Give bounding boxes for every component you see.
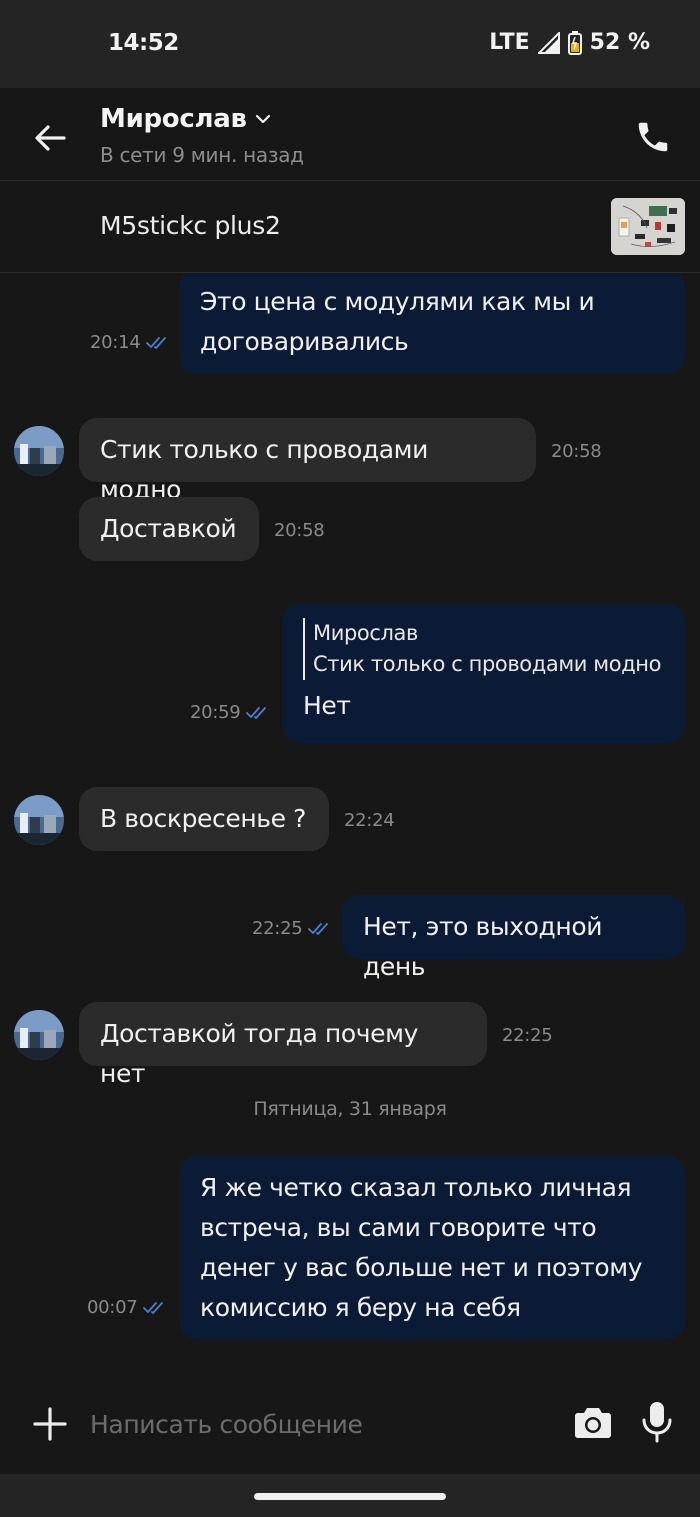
attach-button[interactable] — [28, 1402, 72, 1446]
status-bar: 14:52 LTE 52 % — [0, 0, 700, 88]
message-text-line: комиссию я беру на себя — [200, 1293, 521, 1322]
message-text-line: Доставкой — [100, 514, 237, 543]
date-separator: Пятница, 31 января — [253, 1098, 447, 1120]
message-timestamp: 20:58 — [274, 520, 325, 541]
timestamp-text: 20:58 — [551, 441, 602, 462]
battery-level: 52 % — [589, 30, 650, 55]
message-text-line: денег у вас больше нет и поэтому — [200, 1253, 643, 1282]
call-button[interactable] — [630, 114, 676, 160]
message-list[interactable]: Это цена с модулями как мы и договаривал… — [0, 274, 700, 1384]
outgoing-message[interactable]: Это цена с модулями как мы и договаривал… — [179, 274, 685, 374]
message-text-line: Доставкой тогда почему нет — [100, 1019, 418, 1088]
network-type: LTE — [489, 30, 530, 55]
incoming-message[interactable]: Стик только с проводами модно — [79, 418, 536, 504]
contact-avatar[interactable] — [14, 795, 64, 845]
outgoing-message[interactable]: Нет, это выходной день — [342, 895, 685, 981]
message-timestamp: 20:59 — [190, 702, 270, 723]
quoted-text: Стик только с проводами модно — [313, 652, 662, 676]
product-thumbnail[interactable] — [611, 198, 685, 255]
battery-icon — [567, 30, 582, 55]
status-indicators: LTE 52 % — [489, 30, 650, 55]
message-timestamp: 22:24 — [344, 810, 395, 831]
message-timestamp: 20:58 — [551, 441, 602, 462]
message-text-line: Это цена с модулями как мы и — [200, 287, 595, 316]
outgoing-reply-message[interactable]: Мирослав Стик только с проводами модно Н… — [282, 604, 685, 743]
signal-icon — [537, 31, 560, 54]
quoted-author: Мирослав — [313, 621, 418, 645]
quoted-message[interactable]: Мирослав Стик только с проводами модно — [303, 618, 664, 680]
message-text-line: договаривались — [200, 327, 409, 356]
incoming-message[interactable]: Доставкой — [79, 497, 259, 561]
home-indicator[interactable] — [254, 1493, 446, 1500]
message-text-line: Я же четко сказал только личная — [200, 1173, 632, 1202]
double-check-icon — [246, 706, 267, 719]
contact-avatar[interactable] — [14, 1010, 64, 1060]
incoming-message[interactable]: Доставкой тогда почему нет — [79, 1002, 487, 1088]
timestamp-text: 20:58 — [274, 520, 325, 541]
incoming-message[interactable]: В воскресенье ? — [79, 787, 329, 851]
message-timestamp: 20:14 — [90, 332, 170, 353]
double-check-icon — [308, 922, 329, 935]
system-nav-bar — [0, 1474, 700, 1517]
phone-icon — [638, 122, 668, 152]
message-text-line: встреча, вы сами говорите что — [200, 1213, 597, 1242]
timestamp-text: 20:59 — [190, 702, 241, 723]
message-text-line: Нет — [303, 691, 351, 720]
timestamp-text: 22:24 — [344, 810, 395, 831]
outgoing-message[interactable]: Я же четко сказал только личная встреча,… — [179, 1156, 685, 1339]
product-title: M5stickc plus2 — [100, 211, 281, 240]
voice-message-button[interactable] — [634, 1398, 680, 1446]
timestamp-text: 22:25 — [502, 1025, 553, 1046]
contact-avatar[interactable] — [14, 426, 64, 476]
timestamp-text: 00:07 — [87, 1297, 138, 1318]
message-timestamp: 22:25 — [502, 1025, 553, 1046]
status-time: 14:52 — [108, 30, 179, 56]
camera-button[interactable] — [570, 1400, 616, 1446]
plus-icon — [33, 1407, 67, 1441]
arrow-left-icon — [35, 125, 66, 151]
message-composer — [0, 1384, 700, 1474]
double-check-icon — [143, 1301, 164, 1314]
microphone-icon — [642, 1402, 672, 1443]
camera-icon — [575, 1408, 611, 1438]
double-check-icon — [146, 336, 167, 349]
timestamp-text: 20:14 — [90, 332, 141, 353]
contact-name-button[interactable]: Мирослав — [100, 104, 271, 134]
product-bar[interactable]: M5stickc plus2 — [0, 181, 700, 273]
chat-header: Мирослав В сети 9 мин. назад — [0, 88, 700, 181]
timestamp-text: 22:25 — [252, 918, 303, 939]
message-text-line: Нет, это выходной день — [363, 912, 603, 981]
message-text-line: В воскресенье ? — [100, 804, 307, 833]
contact-status: В сети 9 мин. назад — [100, 143, 304, 167]
message-input[interactable] — [90, 1402, 550, 1446]
contact-name: Мирослав — [100, 104, 247, 134]
back-button[interactable] — [28, 116, 72, 160]
message-timestamp: 22:25 — [252, 918, 332, 939]
message-timestamp: 00:07 — [87, 1297, 167, 1318]
chevron-down-icon — [255, 114, 270, 124]
